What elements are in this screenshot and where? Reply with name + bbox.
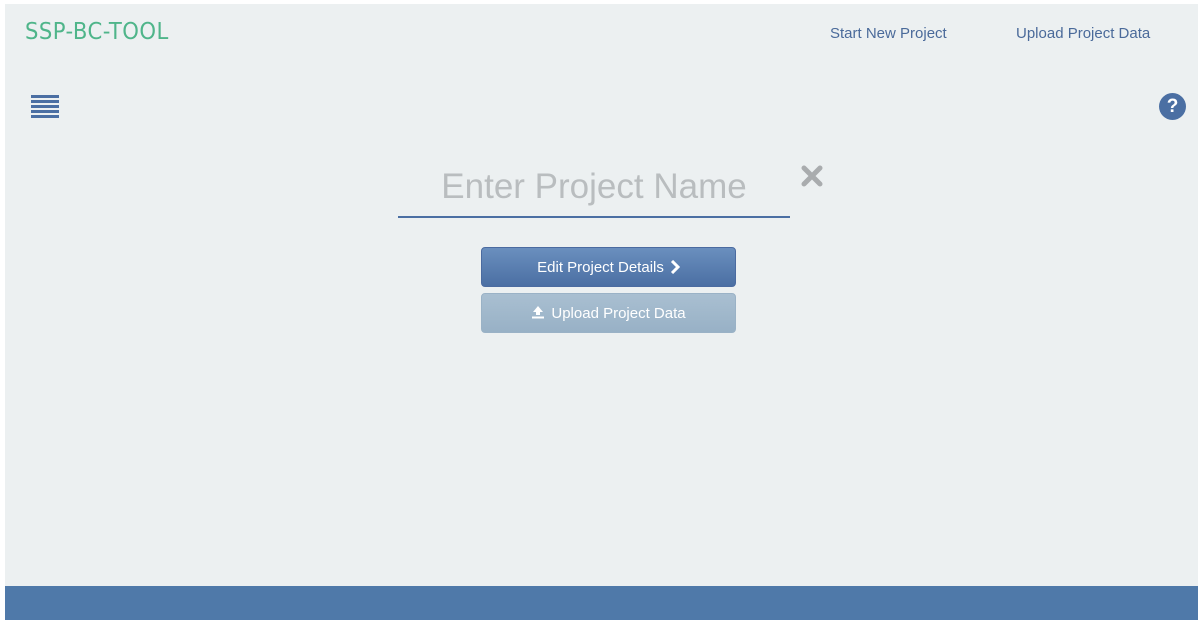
nav-start-new-project[interactable]: Start New Project bbox=[830, 25, 947, 42]
edit-project-details-label: Edit Project Details bbox=[537, 259, 664, 276]
project-name-input[interactable] bbox=[398, 158, 790, 218]
chevron-right-icon bbox=[670, 259, 680, 275]
brand-logo[interactable]: SSP-BC-TOOL bbox=[25, 19, 169, 45]
nav-upload-project-data[interactable]: Upload Project Data bbox=[1016, 25, 1150, 42]
close-x-icon[interactable] bbox=[799, 163, 825, 189]
hamburger-menu-icon[interactable] bbox=[31, 95, 59, 119]
edit-project-details-button[interactable]: Edit Project Details bbox=[481, 247, 736, 287]
help-icon[interactable]: ? bbox=[1159, 93, 1186, 120]
upload-icon bbox=[532, 306, 545, 319]
footer-bar bbox=[5, 586, 1198, 620]
upload-project-data-label: Upload Project Data bbox=[551, 305, 686, 322]
app-frame: SSP-BC-TOOL Start New Project Upload Pro… bbox=[5, 4, 1198, 620]
upload-project-data-button[interactable]: Upload Project Data bbox=[481, 293, 736, 333]
